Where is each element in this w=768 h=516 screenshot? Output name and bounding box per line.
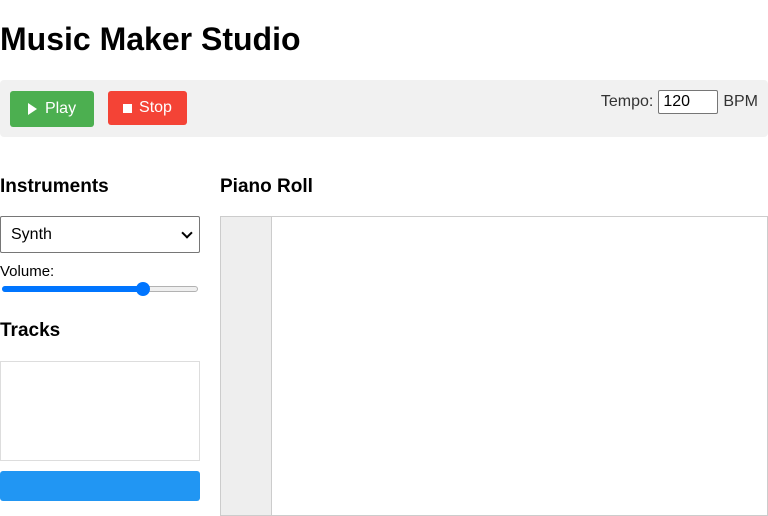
piano-roll-heading: Piano Roll — [220, 176, 313, 197]
transport-toolbar: Play Stop Tempo: BPM — [0, 80, 768, 137]
play-button-label: Play — [44, 100, 77, 117]
piano-roll[interactable] — [220, 216, 768, 516]
volume-slider[interactable] — [0, 282, 200, 296]
instruments-heading: Instruments — [0, 176, 109, 197]
tempo-control: Tempo: BPM — [601, 90, 758, 114]
piano-keys[interactable] — [221, 217, 272, 515]
chevron-down-icon — [181, 226, 193, 239]
tracks-list[interactable] — [0, 361, 200, 461]
tempo-input[interactable] — [658, 90, 719, 114]
volume-slider-thumb[interactable] — [136, 282, 150, 296]
tracks-heading: Tracks — [0, 320, 61, 341]
instrument-select[interactable]: Synth — [0, 216, 200, 253]
stop-icon — [123, 103, 133, 113]
play-icon — [27, 103, 37, 115]
app-title: Music Maker Studio — [0, 21, 301, 57]
volume-slider-fill — [2, 286, 143, 292]
stop-button-label: Stop — [139, 99, 172, 116]
volume-label: Volume: — [0, 263, 55, 280]
instrument-select-value: Synth — [11, 225, 52, 243]
tempo-label: Tempo: — [600, 93, 654, 110]
tempo-unit: BPM — [723, 93, 758, 110]
play-button[interactable]: Play — [10, 91, 94, 127]
stop-button[interactable]: Stop — [108, 91, 187, 125]
add-track-button[interactable] — [0, 471, 200, 501]
